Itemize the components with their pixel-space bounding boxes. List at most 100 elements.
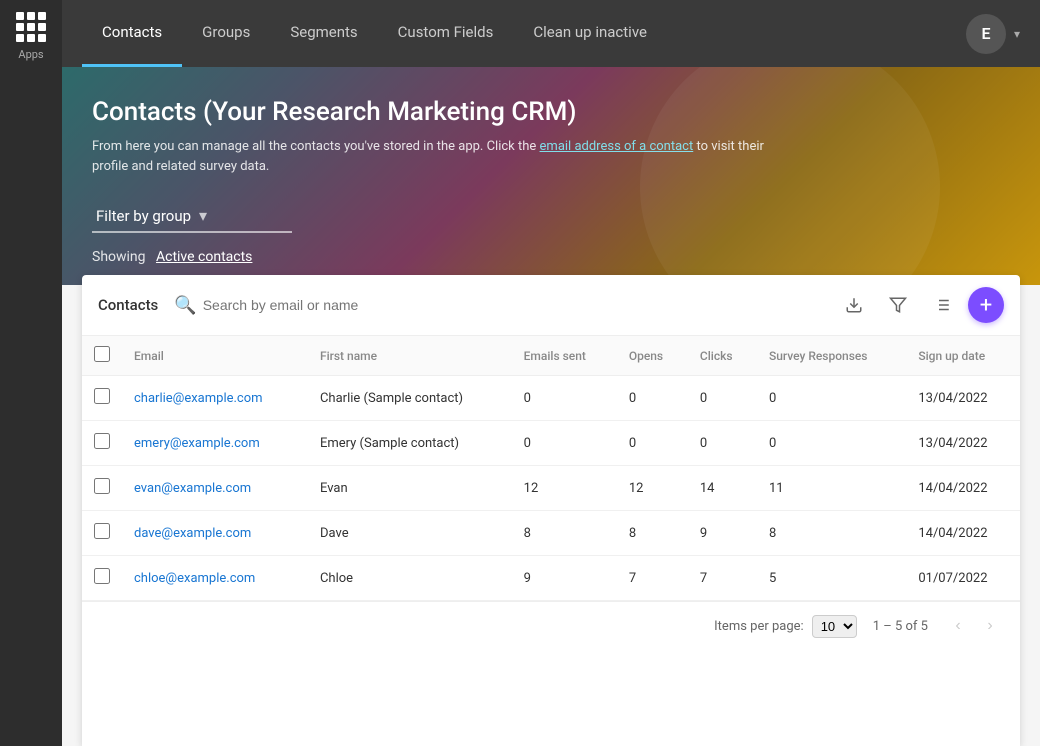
row-checkbox-cell xyxy=(82,556,122,601)
email-link[interactable]: dave@example.com xyxy=(134,526,251,541)
row-survey-responses: 5 xyxy=(757,556,906,601)
filter-button[interactable] xyxy=(880,287,916,323)
row-sign-up-date: 14/04/2022 xyxy=(906,511,1020,556)
col-opens: Opens xyxy=(617,336,688,376)
table-body: charlie@example.com Charlie (Sample cont… xyxy=(82,376,1020,601)
row-checkbox-cell xyxy=(82,376,122,421)
sort-button[interactable] xyxy=(924,287,960,323)
row-checkbox[interactable] xyxy=(94,523,110,539)
top-nav: Contacts Groups Segments Custom Fields C… xyxy=(62,0,1040,67)
user-avatar[interactable]: E xyxy=(966,14,1006,54)
table-row: emery@example.com Emery (Sample contact)… xyxy=(82,421,1020,466)
row-email: charlie@example.com xyxy=(122,376,308,421)
row-first-name: Dave xyxy=(308,511,512,556)
row-clicks: 9 xyxy=(688,511,757,556)
table-row: charlie@example.com Charlie (Sample cont… xyxy=(82,376,1020,421)
sidebar-apps-button[interactable]: Apps xyxy=(16,12,46,61)
items-per-page: Items per page: 10 25 50 xyxy=(714,615,857,638)
tab-clean-up[interactable]: Clean up inactive xyxy=(513,0,667,67)
row-email: dave@example.com xyxy=(122,511,308,556)
showing-row: Showing Active contacts xyxy=(92,249,1010,265)
row-opens: 12 xyxy=(617,466,688,511)
row-survey-responses: 0 xyxy=(757,376,906,421)
filter-dropdown-arrow: ▾ xyxy=(199,206,207,225)
user-menu-arrow[interactable]: ▾ xyxy=(1014,27,1020,41)
per-page-select[interactable]: 10 25 50 xyxy=(812,615,857,638)
table-header: Contacts 🔍 + xyxy=(82,275,1020,336)
nav-right: E ▾ xyxy=(966,14,1020,54)
row-sign-up-date: 13/04/2022 xyxy=(906,421,1020,466)
row-opens: 8 xyxy=(617,511,688,556)
row-checkbox[interactable] xyxy=(94,568,110,584)
row-checkbox-cell xyxy=(82,466,122,511)
page-title: Contacts (Your Research Marketing CRM) xyxy=(92,97,1010,127)
email-link-text[interactable]: email address of a contact xyxy=(540,139,694,154)
col-sign-up-date: Sign up date xyxy=(906,336,1020,376)
email-link[interactable]: chloe@example.com xyxy=(134,571,255,586)
table-title: Contacts xyxy=(98,296,158,314)
table-row: chloe@example.com Chloe 9 7 7 5 01/07/20… xyxy=(82,556,1020,601)
row-checkbox[interactable] xyxy=(94,388,110,404)
row-survey-responses: 0 xyxy=(757,421,906,466)
page-info: 1 – 5 of 5 xyxy=(873,619,928,634)
row-checkbox-cell xyxy=(82,421,122,466)
row-checkbox[interactable] xyxy=(94,478,110,494)
search-wrapper: 🔍 xyxy=(174,295,824,316)
col-first-name: First name xyxy=(308,336,512,376)
row-sign-up-date: 13/04/2022 xyxy=(906,376,1020,421)
email-link[interactable]: evan@example.com xyxy=(134,481,251,496)
tab-groups[interactable]: Groups xyxy=(182,0,270,67)
row-opens: 7 xyxy=(617,556,688,601)
tab-custom-fields[interactable]: Custom Fields xyxy=(378,0,514,67)
apps-grid-icon xyxy=(16,12,46,42)
row-survey-responses: 8 xyxy=(757,511,906,556)
row-email: chloe@example.com xyxy=(122,556,308,601)
table-header-row: Email First name Emails sent Opens Click… xyxy=(82,336,1020,376)
row-emails-sent: 8 xyxy=(512,511,617,556)
row-sign-up-date: 14/04/2022 xyxy=(906,466,1020,511)
row-first-name: Chloe xyxy=(308,556,512,601)
hero-description: From here you can manage all the contact… xyxy=(92,137,792,176)
row-clicks: 0 xyxy=(688,376,757,421)
search-icon: 🔍 xyxy=(174,295,196,316)
search-input[interactable] xyxy=(203,297,824,313)
filter-by-group-dropdown[interactable]: Filter by group ▾ xyxy=(92,200,292,233)
active-contacts-link[interactable]: Active contacts xyxy=(156,249,252,265)
row-opens: 0 xyxy=(617,421,688,466)
pagination: Items per page: 10 25 50 1 – 5 of 5 ‹ › xyxy=(82,601,1020,650)
email-link[interactable]: charlie@example.com xyxy=(134,391,263,406)
download-button[interactable] xyxy=(836,287,872,323)
select-all-checkbox[interactable] xyxy=(94,346,110,362)
hero-section: Contacts (Your Research Marketing CRM) F… xyxy=(62,67,1040,285)
row-survey-responses: 11 xyxy=(757,466,906,511)
contacts-table: Email First name Emails sent Opens Click… xyxy=(82,336,1020,601)
row-sign-up-date: 01/07/2022 xyxy=(906,556,1020,601)
sidebar: Apps xyxy=(0,0,62,746)
col-clicks: Clicks xyxy=(688,336,757,376)
col-survey-responses: Survey Responses xyxy=(757,336,906,376)
table-actions: + xyxy=(836,287,1004,323)
email-link[interactable]: emery@example.com xyxy=(134,436,260,451)
apps-label: Apps xyxy=(18,48,43,61)
row-first-name: Evan xyxy=(308,466,512,511)
nav-tabs: Contacts Groups Segments Custom Fields C… xyxy=(82,0,966,67)
row-emails-sent: 0 xyxy=(512,421,617,466)
prev-page-button[interactable]: ‹ xyxy=(944,612,972,640)
row-checkbox[interactable] xyxy=(94,433,110,449)
row-emails-sent: 9 xyxy=(512,556,617,601)
col-emails-sent: Emails sent xyxy=(512,336,617,376)
row-opens: 0 xyxy=(617,376,688,421)
add-contact-button[interactable]: + xyxy=(968,287,1004,323)
row-clicks: 7 xyxy=(688,556,757,601)
row-clicks: 14 xyxy=(688,466,757,511)
row-first-name: Charlie (Sample contact) xyxy=(308,376,512,421)
col-email: Email xyxy=(122,336,308,376)
filter-row: Filter by group ▾ xyxy=(92,200,1010,233)
table-row: evan@example.com Evan 12 12 14 11 14/04/… xyxy=(82,466,1020,511)
next-page-button[interactable]: › xyxy=(976,612,1004,640)
items-per-page-label: Items per page: xyxy=(714,619,804,634)
main-content: Contacts Groups Segments Custom Fields C… xyxy=(62,0,1040,746)
select-all-header xyxy=(82,336,122,376)
tab-contacts[interactable]: Contacts xyxy=(82,0,182,67)
tab-segments[interactable]: Segments xyxy=(270,0,377,67)
